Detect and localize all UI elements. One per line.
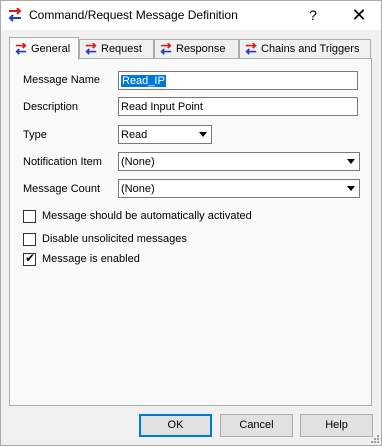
notification-item-value: (None) (121, 156, 155, 168)
message-arrows-icon (85, 43, 97, 55)
message-name-field[interactable]: Read_IP (118, 71, 358, 90)
close-button[interactable]: ✕ (337, 3, 381, 28)
checkbox-box[interactable]: ✔ (23, 251, 36, 266)
tab-request[interactable]: Request (79, 39, 154, 58)
chevron-down-icon[interactable] (343, 154, 358, 169)
checkbox-label: Disable unsolicited messages (42, 233, 187, 245)
title-bar: Command/Request Message Definition ? ✕ (1, 1, 381, 30)
checkbox-box[interactable] (23, 210, 36, 223)
message-count-dropdown[interactable]: (None) (118, 179, 360, 198)
tab-label: Response (176, 43, 226, 55)
message-count-value: (None) (121, 183, 155, 195)
message-name-value: Read_IP (121, 75, 166, 87)
description-value: Read Input Point (121, 101, 203, 113)
dialog-window: Command/Request Message Definition ? ✕ G… (0, 0, 382, 446)
checkbox-label: Message is enabled (42, 253, 140, 265)
tab-general[interactable]: General (9, 37, 79, 60)
type-dropdown[interactable]: Read (118, 125, 212, 144)
tab-strip: General Request Response Chains and Trig… (9, 37, 371, 60)
general-tab-panel: Message Name Read_IP Description Read In… (9, 58, 372, 406)
cancel-button[interactable]: Cancel (220, 414, 293, 437)
description-field[interactable]: Read Input Point (118, 97, 358, 116)
tab-label: Request (101, 43, 142, 55)
tab-label: Chains and Triggers (261, 43, 360, 55)
checkmark-icon: ✔ (25, 251, 36, 265)
type-value: Read (121, 129, 148, 141)
resize-grip-icon[interactable] (369, 433, 379, 443)
chevron-down-icon[interactable] (195, 127, 210, 142)
notification-item-dropdown[interactable]: (None) (118, 152, 360, 171)
description-label: Description (23, 101, 79, 113)
tab-chains-and-triggers[interactable]: Chains and Triggers (239, 39, 371, 58)
tab-label: General (31, 43, 71, 55)
message-name-label: Message Name (23, 74, 101, 86)
help-title-button[interactable]: ? (291, 3, 335, 28)
message-arrows-icon (160, 43, 172, 55)
help-button[interactable]: Help (300, 414, 373, 437)
checkbox-box[interactable] (23, 233, 36, 246)
message-arrows-icon (245, 43, 257, 55)
window-title: Command/Request Message Definition (29, 8, 238, 22)
notification-item-label: Notification Item (23, 156, 102, 168)
type-label: Type (23, 129, 47, 141)
message-arrows-icon (15, 43, 27, 55)
tab-response[interactable]: Response (154, 39, 239, 58)
message-arrows-icon (8, 8, 22, 22)
message-count-label: Message Count (23, 183, 101, 195)
chevron-down-icon[interactable] (343, 181, 358, 196)
ok-button[interactable]: OK (139, 414, 212, 437)
checkbox-label: Message should be automatically activate… (42, 210, 252, 222)
